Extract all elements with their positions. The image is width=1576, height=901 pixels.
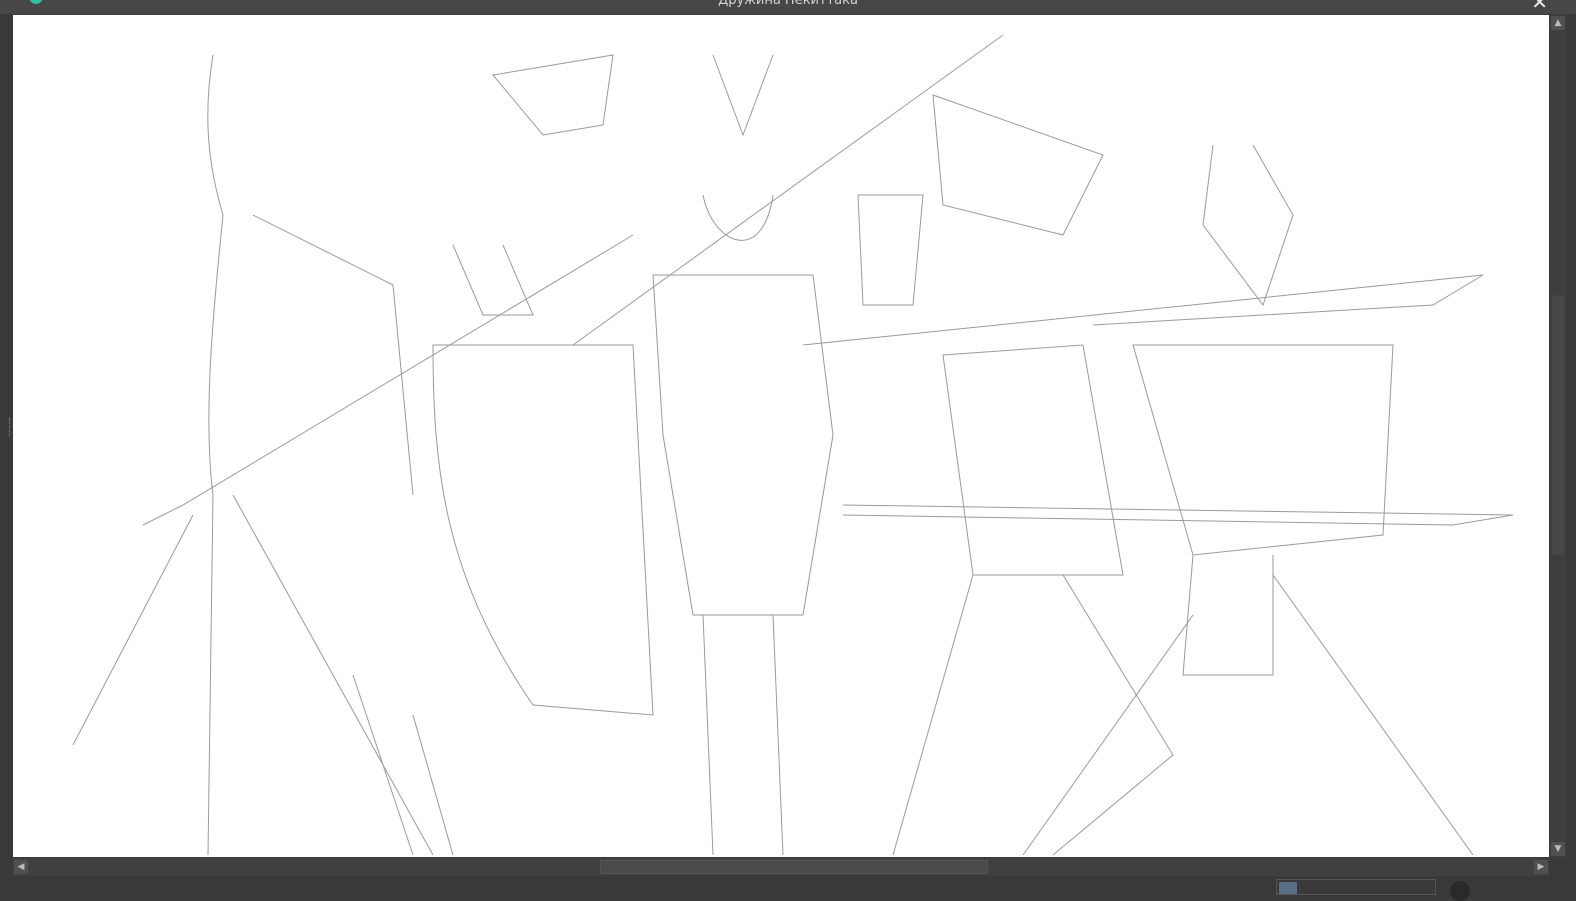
zoom-slider-fill	[1279, 882, 1297, 894]
scroll-left-button[interactable]: ◀	[14, 860, 28, 874]
status-bar	[0, 876, 1576, 901]
zoom-slider[interactable]	[1276, 879, 1436, 895]
vertical-scrollbar[interactable]: ▲ ▼	[1550, 15, 1566, 857]
close-icon[interactable]: ✕	[1531, 0, 1548, 12]
scroll-down-button[interactable]: ▼	[1551, 842, 1565, 856]
vertical-scroll-thumb[interactable]	[1552, 295, 1564, 555]
drawing-canvas[interactable]	[13, 15, 1549, 857]
horizontal-scrollbar[interactable]: ◀ ▶	[13, 858, 1549, 876]
scroll-up-button[interactable]: ▲	[1551, 16, 1565, 30]
horizontal-scroll-thumb[interactable]	[600, 860, 988, 874]
title-bar: Дружина Некиттака ✕	[0, 0, 1576, 14]
dock-resize-handle[interactable]	[9, 418, 12, 436]
window-title: Дружина Некиттака	[718, 0, 858, 8]
sketch-artwork	[72, 34, 1514, 856]
rotation-knob[interactable]	[1450, 881, 1470, 901]
scroll-right-button[interactable]: ▶	[1534, 860, 1548, 874]
